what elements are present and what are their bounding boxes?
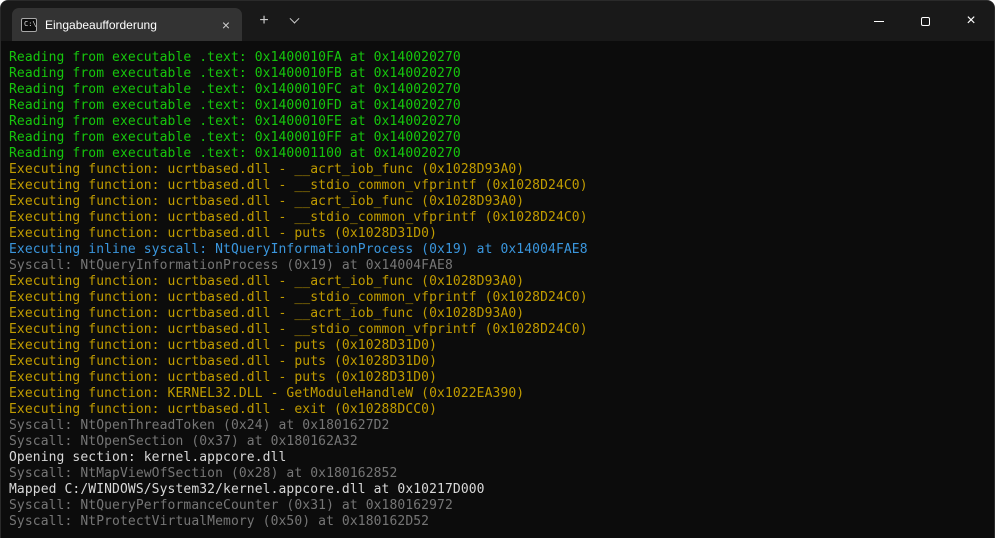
terminal-line: Executing function: ucrtbased.dll - __st…	[9, 178, 990, 194]
terminal-line: Executing function: ucrtbased.dll - __ac…	[9, 306, 990, 322]
minimize-button[interactable]	[856, 1, 902, 41]
terminal-line: Executing function: ucrtbased.dll - exit…	[9, 402, 990, 418]
tab-dropdown-button[interactable]	[280, 7, 308, 35]
tab-controls: +	[250, 7, 308, 35]
terminal-line: Reading from executable .text: 0x1400010…	[9, 98, 990, 114]
terminal-line: Reading from executable .text: 0x1400010…	[9, 66, 990, 82]
maximize-icon	[921, 17, 930, 26]
terminal-line: Reading from executable .text: 0x1400011…	[9, 146, 990, 162]
terminal-line: Syscall: NtOpenSection (0x37) at 0x18016…	[9, 434, 990, 450]
terminal-line: Syscall: NtProtectVirtualMemory (0x50) a…	[9, 514, 990, 530]
caption-buttons: ×	[856, 1, 994, 41]
cmd-icon: C:\	[21, 18, 37, 32]
terminal-line: Executing function: ucrtbased.dll - puts…	[9, 338, 990, 354]
terminal-window: C:\ Eingabeaufforderung × + × Reading fr…	[0, 0, 995, 538]
terminal-line: Executing function: ucrtbased.dll - __st…	[9, 290, 990, 306]
chevron-down-icon	[289, 13, 299, 23]
terminal-line: Opening section: kernel.appcore.dll	[9, 450, 990, 466]
terminal-line: Reading from executable .text: 0x1400010…	[9, 82, 990, 98]
terminal-line: Executing function: ucrtbased.dll - puts…	[9, 226, 990, 242]
terminal-line: Reading from executable .text: 0x1400010…	[9, 130, 990, 146]
terminal-line: Syscall: NtQueryInformationProcess (0x19…	[9, 258, 990, 274]
terminal-output[interactable]: Reading from executable .text: 0x1400010…	[1, 41, 994, 538]
close-icon: ×	[966, 13, 975, 29]
terminal-line: Mapped C:/WINDOWS/System32/kernel.appcor…	[9, 482, 990, 498]
tab-close-button[interactable]: ×	[216, 15, 236, 35]
terminal-line: Executing function: ucrtbased.dll - puts…	[9, 370, 990, 386]
minimize-icon	[874, 21, 884, 22]
terminal-line: Executing function: ucrtbased.dll - __ac…	[9, 274, 990, 290]
terminal-line: Syscall: NtQueryPerformanceCounter (0x31…	[9, 498, 990, 514]
tab-eingabeaufforderung[interactable]: C:\ Eingabeaufforderung ×	[12, 8, 242, 41]
new-tab-button[interactable]: +	[250, 7, 278, 35]
terminal-line: Executing function: ucrtbased.dll - __st…	[9, 210, 990, 226]
terminal-line: Executing inline syscall: NtQueryInforma…	[9, 242, 990, 258]
terminal-line: Syscall: NtMapViewOfSection (0x28) at 0x…	[9, 466, 990, 482]
terminal-line: Executing function: ucrtbased.dll - __ac…	[9, 162, 990, 178]
tab-title: Eingabeaufforderung	[45, 18, 208, 32]
terminal-line: Syscall: NtOpenThreadToken (0x24) at 0x1…	[9, 418, 990, 434]
terminal-line: Executing function: ucrtbased.dll - puts…	[9, 354, 990, 370]
terminal-line: Executing function: ucrtbased.dll - __ac…	[9, 194, 990, 210]
terminal-line: Executing function: ucrtbased.dll - __st…	[9, 322, 990, 338]
terminal-line: Executing function: KERNEL32.DLL - GetMo…	[9, 386, 990, 402]
terminal-line: Reading from executable .text: 0x1400010…	[9, 50, 990, 66]
terminal-line: Reading from executable .text: 0x1400010…	[9, 114, 990, 130]
close-button[interactable]: ×	[948, 1, 994, 41]
titlebar[interactable]: C:\ Eingabeaufforderung × + ×	[1, 1, 994, 41]
plus-icon: +	[259, 13, 268, 29]
maximize-button[interactable]	[902, 1, 948, 41]
